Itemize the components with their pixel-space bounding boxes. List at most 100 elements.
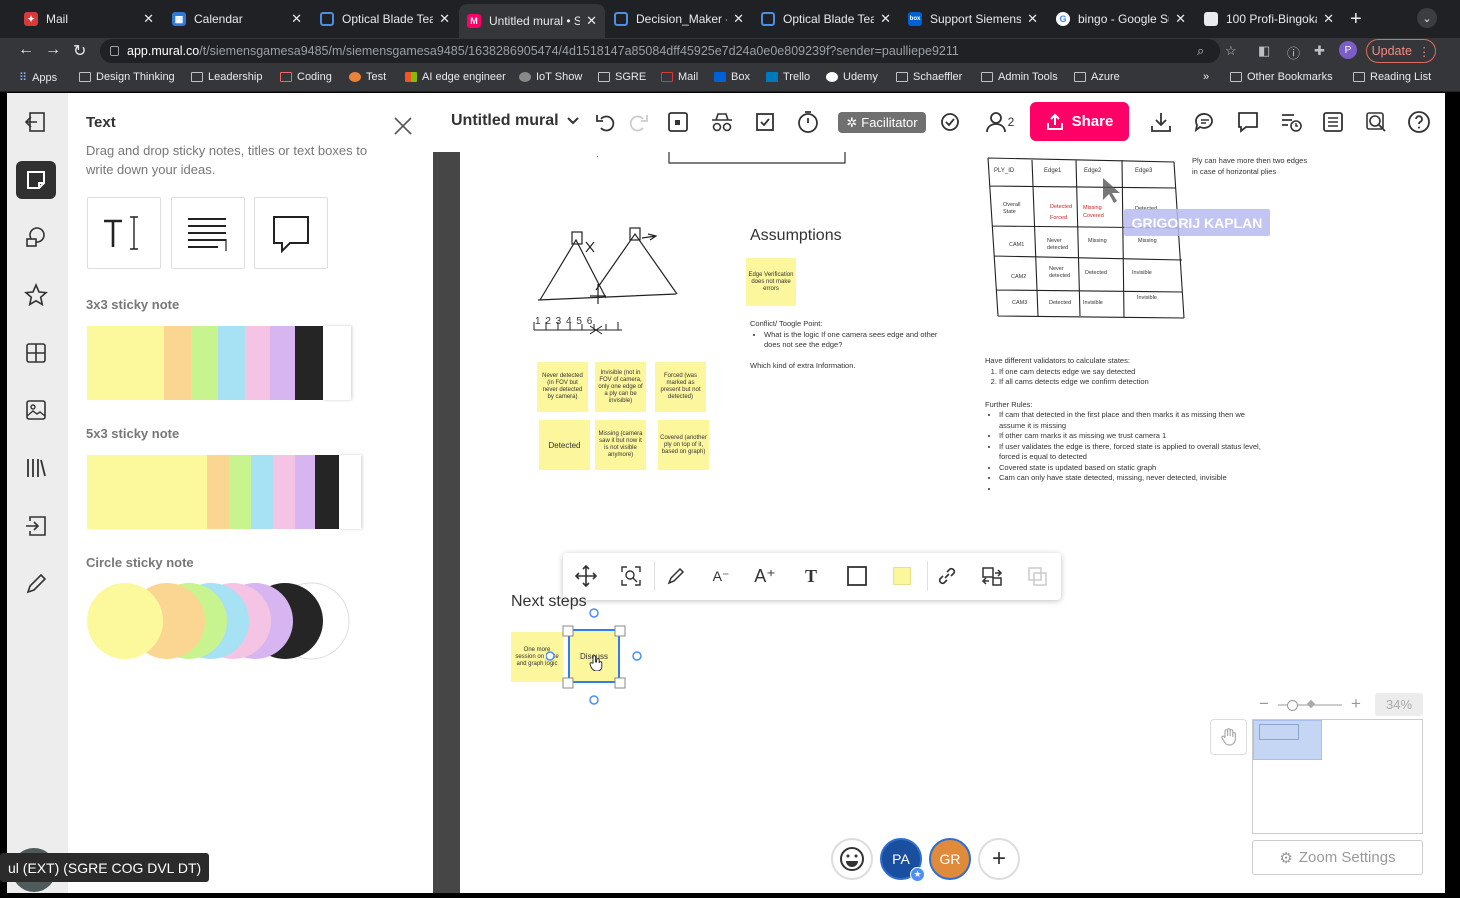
timer-button[interactable] [793,107,823,137]
collaborator-avatar-pa[interactable]: PA ★ [880,838,925,882]
outline-button[interactable] [663,107,693,137]
facilitator-badge[interactable]: ✲ Facilitator [838,112,926,133]
import-tool[interactable] [16,507,56,545]
duplicate-button[interactable] [1022,561,1052,591]
focus-button[interactable] [616,561,646,591]
extensions-puzzle-icon[interactable]: ✚ [1314,43,1325,59]
move-button[interactable] [571,561,601,591]
check-button[interactable] [935,107,965,137]
bookmark-sgre[interactable]: SGRE [598,71,646,83]
close-tab-icon[interactable]: ✕ [880,11,891,27]
images-tool[interactable] [16,391,56,429]
draw-tool[interactable] [16,565,56,603]
mural-title-button[interactable]: Untitled mural [451,112,579,130]
edit-button[interactable] [661,561,691,591]
bookmark-star-icon[interactable]: ☆ [1225,43,1237,59]
assumption-sticky[interactable]: Edge Verification does not make errors [746,258,796,306]
reading-list[interactable]: Reading List [1353,71,1431,83]
icons-tool[interactable] [16,276,56,314]
decrease-font-button[interactable]: A⁻ [706,561,736,591]
arrange-button[interactable] [977,561,1007,591]
update-button[interactable]: Update ⋮ [1366,39,1436,63]
activity-button[interactable] [1276,107,1306,137]
tab-mural[interactable]: M Untitled mural • Sli ✕ [459,4,605,38]
outline-list-button[interactable] [1318,107,1348,137]
shapes-tool[interactable] [16,218,56,256]
comments-button[interactable] [1233,107,1263,137]
close-tab-icon[interactable]: ✕ [586,13,597,29]
mural-canvas[interactable]: · 1 2 3 4 5 6 Assumptions Edge Verificat… [460,152,1445,893]
tab-bingokarten[interactable]: 100 Profi-Bingokar ✕ [1196,6,1342,32]
chat-button[interactable] [1190,107,1220,137]
undo-button[interactable] [591,107,621,137]
forward-icon[interactable]: → [45,41,61,59]
link-button[interactable] [932,561,962,591]
state-sticky-missing[interactable]: Missing (camera saw it but now it is not… [595,420,646,470]
bookmark-azure[interactable]: Azure [1074,71,1120,83]
private-mode-button[interactable] [707,107,737,137]
pan-tool-button[interactable] [1210,719,1247,755]
bookmark-iot-show[interactable]: IoT Show [519,71,582,83]
zoom-out-icon[interactable]: − [1259,694,1269,714]
border-button[interactable] [842,561,872,591]
sticky-3x3-stack[interactable] [87,326,353,400]
collapse-panel-button[interactable] [16,103,56,141]
close-tab-icon[interactable]: ✕ [1323,11,1334,27]
help-button[interactable] [1404,107,1434,137]
redo-button[interactable] [623,107,653,137]
sticky-notes-tool[interactable] [16,161,56,199]
bookmark-test[interactable]: Test [349,71,386,83]
zoom-settings-button[interactable]: ⚙ Zoom Settings [1252,840,1423,875]
bookmark-ai-edge[interactable]: AI edge engineer [405,71,506,83]
info-icon[interactable]: ⓘ [1287,43,1300,62]
state-sticky-invisible[interactable]: Invisible (not in FOV of camera, only on… [595,362,646,412]
bookmark-apps[interactable]: ⠿ Apps [19,71,57,85]
extension-icon[interactable]: ◧ [1258,43,1270,59]
address-bar[interactable]: app.mural.co/t/siemensgamesa9485/m/sieme… [100,39,1220,63]
tab-search-icon[interactable]: ⌄ [1417,8,1437,28]
close-panel-icon[interactable] [392,115,414,137]
tab-bingo-google[interactable]: G bingo - Google Suc ✕ [1048,6,1194,32]
close-tab-icon[interactable]: ✕ [1027,11,1038,27]
tab-decision-maker[interactable]: Decision_Maker - C ✕ [606,6,752,32]
zoom-level[interactable]: 34% [1375,693,1423,716]
close-tab-icon[interactable]: ✕ [143,11,154,27]
summon-button[interactable] [750,107,780,137]
close-tab-icon[interactable]: ✕ [291,11,302,27]
minimap[interactable] [1252,719,1423,834]
bookmarks-overflow[interactable]: » [1203,71,1209,83]
comment-item[interactable] [254,197,328,269]
state-sticky-never-detected[interactable]: Never detected (in FOV but never detecte… [537,362,588,412]
tab-mail[interactable]: ✦ Mail ✕ [16,6,162,32]
back-icon[interactable]: ← [18,41,34,59]
collaborator-avatar-gr[interactable]: GR [929,838,971,880]
profile-avatar[interactable]: P [1339,41,1357,59]
tab-support-siemens[interactable]: box Support Siemens G ✕ [900,6,1046,32]
share-button[interactable]: Share [1030,102,1129,141]
search-button[interactable] [1361,107,1391,137]
library-tool[interactable] [16,449,56,487]
text-style-button[interactable]: T [796,561,826,591]
other-bookmarks[interactable]: Other Bookmarks [1230,71,1333,83]
text-box-item[interactable] [171,197,245,269]
tab-calendar[interactable]: ▦ Calendar ✕ [164,6,310,32]
bookmark-admin-tools[interactable]: Admin Tools [981,71,1058,83]
bookmark-box[interactable]: Box [714,71,750,83]
zoom-in-icon[interactable]: + [1351,694,1361,714]
circle-sticky-stack[interactable] [85,581,357,661]
reload-icon[interactable]: ↻ [73,41,86,61]
bookmark-mail[interactable]: Mail [661,71,698,83]
close-tab-icon[interactable]: ✕ [733,11,744,27]
members-button[interactable]: 2 [979,107,1019,137]
zoom-slider-thumb[interactable] [1287,700,1298,711]
state-sticky-covered[interactable]: Covered (another ply on top of it, based… [658,420,709,470]
color-button[interactable] [887,561,917,591]
tab-optical-blade-2[interactable]: Optical Blade Team ✕ [753,6,899,32]
bookmark-udemy[interactable]: Udemy [826,71,878,83]
title-text-item[interactable] [87,197,161,269]
tab-optical-blade-1[interactable]: Optical Blade Team ✕ [312,6,458,32]
zoom-icon[interactable]: ⌕ [1197,43,1204,59]
bookmark-design-thinking[interactable]: Design Thinking [79,71,175,83]
templates-tool[interactable] [16,334,56,372]
reactions-button[interactable] [831,838,873,880]
